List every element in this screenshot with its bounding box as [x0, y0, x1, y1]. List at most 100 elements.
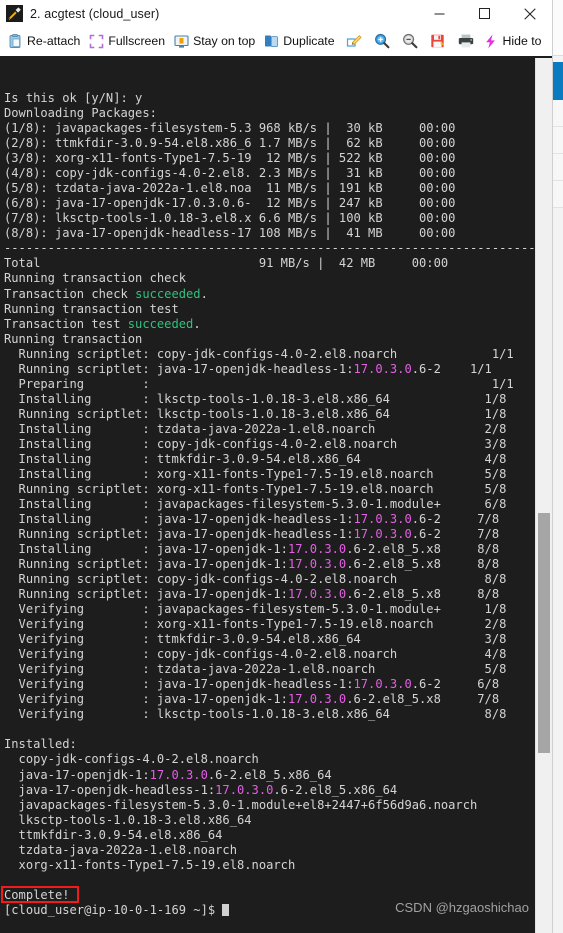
save-button[interactable]	[424, 31, 452, 51]
zoom-out-icon	[402, 33, 418, 49]
terminal-text-span: ttmkfdir-3.0.9-54.el8.x86_64	[4, 827, 223, 842]
terminal-text-span: javapackages-filesystem-5.3.0-1.module+e…	[4, 797, 478, 812]
duplicate-button[interactable]: Duplicate	[260, 31, 339, 51]
terminal-text-span: Installing : tzdata-java-2022a-1.el8.noa…	[4, 421, 507, 436]
terminal-line: Installing : lksctp-tools-1.0.18-3.el8.x…	[4, 392, 535, 407]
duplicate-label: Duplicate	[283, 34, 335, 48]
window-controls	[417, 0, 552, 27]
terminal-text-span: Verifying : copy-jdk-configs-4.0-2.el8.n…	[4, 647, 507, 662]
terminal-output[interactable]: Is this ok [y/N]: y Downloading Packages:…	[0, 58, 535, 933]
background-window-header	[552, 0, 563, 56]
reattach-icon	[7, 33, 23, 49]
hide-toolbar-button[interactable]: Hide to	[480, 31, 547, 51]
terminal-text-span: 17.0.3.0	[353, 511, 412, 526]
terminal-line: Running transaction check	[4, 271, 535, 286]
terminal-text-span: Verifying : lksctp-tools-1.0.18-3.el8.x8…	[4, 707, 507, 722]
terminal-text-span: Total 91 MB/s | 42 MB 00:00	[4, 256, 449, 271]
background-window-row[interactable]	[552, 127, 563, 154]
terminal-text-span: .6-2 6/8	[411, 677, 500, 692]
terminal-text-span: (6/8): java-17-openjdk-17.0.3.0.6- 12 MB…	[4, 196, 456, 211]
background-window-selected-row[interactable]	[552, 62, 563, 100]
terminal-text-span: 17.0.3.0	[287, 587, 347, 602]
terminal-text-span: .	[193, 316, 201, 331]
title-bar-left: 2. acgtest (cloud_user)	[0, 5, 417, 22]
terminal-text-span: .6-2.el8_5.x8 8/8	[346, 587, 500, 602]
terminal-text-span: 17.0.3.0	[353, 361, 412, 376]
terminal-text-span: java-17-openjdk-headless-1:	[4, 782, 216, 797]
terminal-text-span: Transaction check	[4, 286, 136, 301]
terminal-text-span: 17.0.3.0	[353, 527, 412, 541]
terminal-line: xorg-x11-fonts-Type1-7.5-19.el8.noarch	[4, 858, 535, 873]
terminal-line: Total 91 MB/s | 42 MB 00:00	[4, 256, 535, 271]
print-button[interactable]	[452, 31, 480, 51]
terminal-text-span: Installing : javapackages-filesystem-5.3…	[4, 496, 507, 511]
terminal-line: Installing : copy-jdk-configs-4.0-2.el8.…	[4, 437, 535, 452]
close-button[interactable]	[507, 0, 552, 27]
terminal-line: Installing : javapackages-filesystem-5.3…	[4, 497, 535, 512]
terminal-text-span: 17.0.3.0	[287, 692, 347, 707]
terminal-text-span: Installed:	[4, 737, 77, 752]
terminal-text-span: Running scriptlet: xorg-x11-fonts-Type1-…	[4, 481, 507, 496]
terminal-line: (1/8): javapackages-filesystem-5.3 968 k…	[4, 121, 535, 136]
terminal-text-span: (3/8): xorg-x11-fonts-Type1-7.5-19 12 MB…	[4, 151, 456, 166]
background-window-row[interactable]	[552, 181, 563, 208]
scrollbar-thumb[interactable]	[538, 513, 550, 753]
terminal-line: java-17-openjdk-headless-1:17.0.3.0.6-2.…	[4, 783, 535, 798]
terminal-line	[4, 722, 535, 737]
toolbar: Re-attach Fullscreen Stay on top Duplica…	[0, 27, 552, 56]
terminal-line: ttmkfdir-3.0.9-54.el8.x86_64	[4, 828, 535, 843]
terminal-text-span: Verifying : javapackages-filesystem-5.3.…	[4, 602, 507, 617]
terminal-line: ----------------------------------------…	[4, 241, 535, 256]
terminal-text-span	[4, 873, 11, 887]
terminal-text-span: lksctp-tools-1.0.18-3.el8.x86_64	[4, 812, 252, 827]
minimize-button[interactable]	[417, 0, 462, 27]
terminal-line: Running scriptlet: xorg-x11-fonts-Type1-…	[4, 482, 535, 497]
terminal-line: Installing : java-17-openjdk-1:17.0.3.0.…	[4, 542, 535, 557]
zoom-in-button[interactable]	[368, 31, 396, 51]
terminal-line: Running scriptlet: java-17-openjdk-headl…	[4, 362, 535, 377]
terminal-line: Verifying : java-17-openjdk-headless-1:1…	[4, 677, 535, 692]
terminal-lines: Is this ok [y/N]: y Downloading Packages:…	[1, 91, 535, 918]
background-window[interactable]	[552, 0, 563, 933]
terminal-text-span: Installing : copy-jdk-configs-4.0-2.el8.…	[4, 436, 507, 451]
terminal-text-span	[4, 722, 11, 736]
terminal-line: (5/8): tzdata-java-2022a-1.el8.noa 11 MB…	[4, 181, 535, 196]
terminal-text-span: xorg-x11-fonts-Type1-7.5-19.el8.noarch	[4, 857, 296, 872]
terminal-line: Running scriptlet: java-17-openjdk-1:17.…	[4, 587, 535, 602]
terminal-window: 2. acgtest (cloud_user) Re-attach Fullsc…	[0, 0, 552, 933]
prompt-text: [cloud_user@ip-10-0-1-169 ~]$	[4, 902, 223, 917]
terminal-line: Verifying : ttmkfdir-3.0.9-54.el8.x86_64…	[4, 632, 535, 647]
edit-button[interactable]	[340, 31, 368, 51]
maximize-button[interactable]	[462, 0, 507, 27]
terminal-scrollbar[interactable]	[535, 58, 552, 933]
fullscreen-button[interactable]: Fullscreen	[85, 31, 170, 51]
print-icon	[458, 33, 474, 49]
terminal-text-span: Running scriptlet: java-17-openjdk-1:	[4, 587, 288, 602]
terminal-line: (7/8): lksctp-tools-1.0.18-3.el8.x 6.6 M…	[4, 211, 535, 226]
zoom-out-button[interactable]	[396, 31, 424, 51]
terminal-text-span: .6-2 7/8	[411, 511, 500, 526]
terminal-text-span: .6-2.el8_5.x8 8/8	[346, 542, 500, 557]
terminal-text-span: Running transaction test	[4, 301, 179, 316]
terminal-text-span: 17.0.3.0	[215, 782, 274, 797]
terminal-text-span: succeeded	[127, 316, 194, 331]
edit-icon	[346, 33, 362, 49]
terminal-line: Downloading Packages:	[4, 106, 535, 121]
fullscreen-icon	[88, 33, 104, 49]
title-bar[interactable]: 2. acgtest (cloud_user)	[0, 0, 552, 27]
terminal-text-span: (7/8): lksctp-tools-1.0.18-3.el8.x 6.6 M…	[4, 211, 456, 226]
lightning-bolt-icon	[483, 33, 499, 49]
background-window-row[interactable]	[552, 154, 563, 181]
background-window-row[interactable]	[552, 100, 563, 127]
reattach-button[interactable]: Re-attach	[4, 31, 85, 51]
terminal-text-span: 17.0.3.0	[149, 767, 208, 782]
terminal-line: (6/8): java-17-openjdk-17.0.3.0.6- 12 MB…	[4, 196, 535, 211]
stay-on-top-button[interactable]: Stay on top	[170, 31, 260, 51]
terminal-text-span: (5/8): tzdata-java-2022a-1.el8.noa 11 MB…	[4, 181, 456, 196]
terminal-text-span: Verifying : java-17-openjdk-headless-1:	[4, 677, 354, 692]
terminal-text-span: 17.0.3.0	[353, 677, 412, 692]
terminal-text-span: (4/8): copy-jdk-configs-4.0-2.el8. 2.3 M…	[4, 166, 456, 181]
terminal-line: (3/8): xorg-x11-fonts-Type1-7.5-19 12 MB…	[4, 151, 535, 166]
terminal-line: (8/8): java-17-openjdk-headless-17 108 M…	[4, 226, 535, 241]
terminal-text-span: Running transaction	[4, 331, 143, 346]
